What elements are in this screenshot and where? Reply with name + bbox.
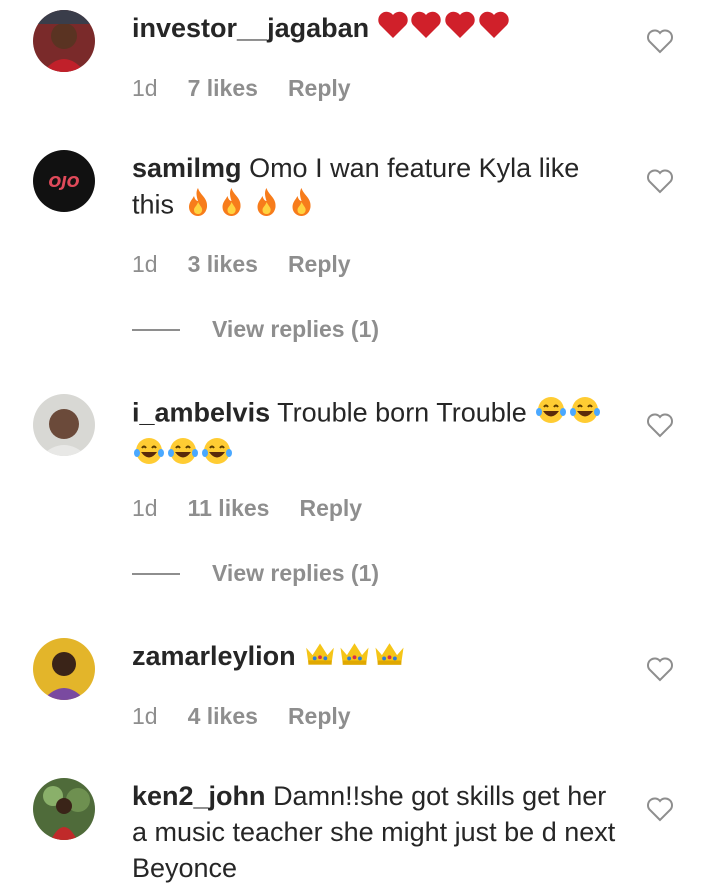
like-heart-icon[interactable]: [646, 796, 674, 822]
comment-time: 1d: [132, 495, 158, 521]
tears-of-joy-icon: [200, 435, 234, 476]
red-heart-icon: [377, 10, 409, 49]
fire-icon: [214, 186, 249, 227]
red-heart-icon: [443, 10, 477, 49]
comment-meta: 1d 3 likes Reply: [132, 249, 351, 279]
like-heart-icon[interactable]: [646, 168, 674, 194]
avatar[interactable]: [33, 10, 95, 72]
tears-of-joy-icon: [568, 394, 602, 435]
avatar[interactable]: [33, 638, 95, 700]
view-replies-button[interactable]: View replies (1): [132, 316, 379, 343]
tears-of-joy-icon: [534, 394, 568, 435]
comment-time: 1d: [132, 251, 158, 277]
comment-text: ken2_john Damn!!she got skills get her a…: [132, 778, 622, 886]
crown-icon: [337, 639, 372, 676]
like-heart-icon[interactable]: [646, 412, 674, 438]
reply-button[interactable]: Reply: [288, 701, 351, 731]
avatar[interactable]: [33, 394, 95, 456]
comment-username[interactable]: i_ambelvis: [132, 398, 270, 428]
likes-count[interactable]: 11 likes: [188, 493, 270, 523]
comment-text: investor__jagaban: [132, 10, 622, 49]
like-heart-icon[interactable]: [646, 28, 674, 54]
comment-meta: 1d 11 likes Reply: [132, 493, 362, 523]
fire-icon: [182, 186, 214, 227]
comment-body: Trouble born Trouble: [277, 397, 527, 428]
fire-icon: [284, 186, 319, 227]
reply-button[interactable]: Reply: [288, 73, 351, 103]
red-heart-icon: [477, 10, 511, 49]
comment-meta: 1d 7 likes Reply: [132, 73, 351, 103]
red-heart-icon: [409, 10, 443, 49]
comment-username[interactable]: ken2_john: [132, 781, 266, 811]
crown-icon: [303, 639, 337, 676]
avatar[interactable]: [33, 778, 95, 840]
comment-text: zamarleylion: [132, 638, 622, 676]
view-replies-label: View replies (1): [212, 560, 380, 586]
comment-text: i_ambelvis Trouble born Trouble: [132, 394, 622, 476]
likes-count[interactable]: 3 likes: [188, 249, 258, 279]
avatar[interactable]: OJO: [33, 150, 95, 212]
crown-icon: [372, 639, 407, 676]
tears-of-joy-icon: [132, 435, 166, 476]
tears-of-joy-icon: [166, 435, 200, 476]
replies-divider: [132, 572, 180, 575]
view-replies-button[interactable]: View replies (1): [132, 560, 379, 587]
comment-meta: 1d 4 likes Reply: [132, 701, 351, 731]
comment-username[interactable]: samilmg: [132, 153, 242, 183]
comment-text: samilmg Omo I wan feature Kyla like this: [132, 150, 622, 227]
comment-username[interactable]: investor__jagaban: [132, 13, 369, 43]
comment-time: 1d: [132, 75, 158, 101]
fire-icon: [249, 186, 284, 227]
like-heart-icon[interactable]: [646, 656, 674, 682]
comment-time: 1d: [132, 703, 158, 729]
reply-button[interactable]: Reply: [299, 493, 362, 523]
avatar-logo-text: OJO: [48, 173, 79, 191]
replies-divider: [132, 328, 180, 331]
likes-count[interactable]: 4 likes: [188, 701, 258, 731]
reply-button[interactable]: Reply: [288, 249, 351, 279]
view-replies-label: View replies (1): [212, 316, 380, 342]
likes-count[interactable]: 7 likes: [188, 73, 258, 103]
comment-username[interactable]: zamarleylion: [132, 641, 296, 671]
